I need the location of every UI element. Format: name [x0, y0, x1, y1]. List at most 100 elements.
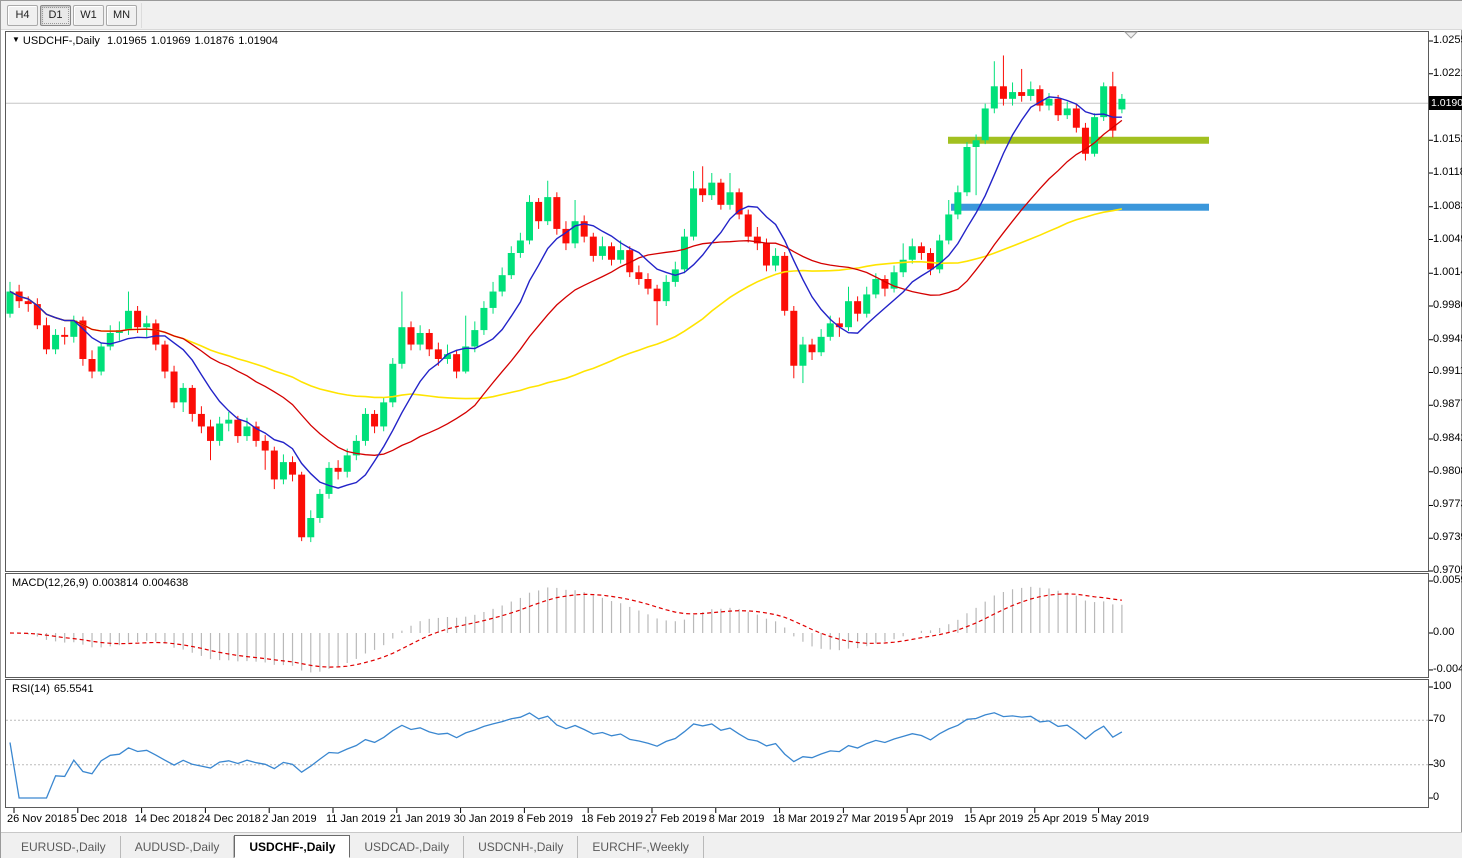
candle-body — [1009, 92, 1017, 99]
candle-body — [1027, 89, 1035, 96]
candle-body — [88, 359, 96, 372]
macd-value: 0.003814 — [92, 577, 139, 589]
candle-body — [1045, 98, 1053, 106]
candle-body — [854, 301, 862, 314]
candle-body — [872, 279, 880, 295]
candle-body — [863, 294, 871, 314]
candle-body — [954, 192, 962, 215]
candle-body — [1018, 92, 1026, 96]
candle-body — [343, 455, 351, 472]
candle-body — [170, 371, 178, 403]
candle-body — [999, 86, 1007, 99]
macd-label: MACD(12,26,9) — [12, 577, 89, 589]
candle-body — [234, 419, 242, 437]
ohlc-close: 1.01904 — [238, 35, 279, 47]
candle-body — [1054, 98, 1062, 116]
candle-body — [990, 86, 998, 109]
candle-body — [917, 246, 925, 253]
candle-body — [653, 288, 661, 302]
candle-body — [772, 255, 780, 266]
candle-body — [617, 250, 625, 260]
candle-body — [489, 291, 497, 308]
candle-body — [1091, 117, 1099, 154]
chart-symbol-header: ▼ USDCHF-,Daily 1.01965 1.01969 1.01876 1.01… — [12, 35, 282, 47]
candle-body — [690, 188, 698, 237]
candle-body — [188, 387, 196, 414]
candle-body — [717, 182, 725, 205]
candle-body — [799, 344, 807, 366]
candle-body — [972, 140, 980, 147]
ohlc-low: 1.01876 — [194, 35, 235, 47]
candle-body — [434, 349, 442, 359]
candle-body — [52, 334, 60, 350]
candle-body — [143, 323, 151, 328]
candle-body — [398, 327, 406, 364]
rsi-label: RSI(14) — [12, 683, 50, 695]
candle-body — [535, 201, 543, 222]
candle-body — [152, 323, 160, 345]
scroll-to-end-icon[interactable] — [1123, 31, 1139, 39]
candle-body — [97, 346, 105, 372]
candle-body — [425, 332, 433, 350]
candle-body — [553, 197, 561, 229]
candle-body — [635, 272, 643, 280]
symbol-name: USDCHF-,Daily — [22, 35, 100, 47]
candle-body — [61, 334, 69, 337]
candle-body — [298, 474, 306, 538]
macd-header: MACD(12,26,9) 0.003814 0.004638 — [12, 577, 192, 589]
candle-body — [279, 462, 287, 480]
candle-body — [571, 221, 579, 244]
candle-body — [480, 307, 488, 331]
candle-body — [817, 336, 825, 353]
candle-body — [197, 413, 205, 427]
candle-body — [124, 310, 132, 331]
candle-body — [644, 279, 652, 289]
candle-body — [416, 332, 424, 345]
rsi-line — [9, 712, 1123, 799]
horizontal-band-support-blue[interactable] — [951, 203, 1209, 211]
candle-body — [225, 419, 233, 424]
candle-body — [207, 426, 215, 441]
candle-body — [161, 344, 169, 372]
candle-body — [134, 310, 142, 328]
candle-body — [507, 253, 515, 276]
candle-body — [453, 354, 461, 372]
candle-body — [826, 323, 834, 337]
candle-body — [498, 275, 506, 292]
candle-body — [462, 346, 470, 372]
ma-mid-line — [9, 119, 1123, 456]
candle-body — [589, 236, 597, 256]
candle-body — [334, 467, 342, 472]
ohlc-high: 1.01969 — [150, 35, 191, 47]
candle-body — [361, 413, 369, 441]
candle-body — [261, 440, 269, 451]
candle-body — [1100, 86, 1108, 118]
candle-body — [307, 518, 315, 538]
symbol-dropdown-icon[interactable]: ▼ — [12, 35, 20, 44]
candle-body — [325, 467, 333, 494]
candle-body — [1072, 108, 1080, 128]
macd-signal-value: 0.004638 — [142, 577, 189, 589]
candle-body — [407, 327, 415, 345]
candle-body — [42, 325, 50, 350]
rsi-value: 65.5541 — [53, 683, 94, 695]
candle-body — [380, 402, 388, 427]
candle-body — [371, 413, 379, 427]
candle-body — [927, 253, 935, 270]
candle-body — [471, 330, 479, 347]
candle-body — [981, 108, 989, 141]
candle-body — [544, 197, 552, 222]
ohlc-open: 1.01965 — [106, 35, 147, 47]
candle-body — [726, 192, 734, 205]
rsi-header: RSI(14) 65.5541 — [12, 683, 98, 695]
candle-body — [289, 462, 297, 475]
candle-body — [1118, 98, 1126, 110]
chart-canvas[interactable] — [1, 1, 1462, 858]
candle-body — [1109, 86, 1117, 131]
candle-body — [708, 182, 716, 196]
candle-body — [945, 214, 953, 241]
candle-body — [1063, 108, 1071, 116]
candle-body — [844, 301, 852, 328]
candle-body — [744, 214, 752, 237]
candle-body — [781, 255, 789, 311]
